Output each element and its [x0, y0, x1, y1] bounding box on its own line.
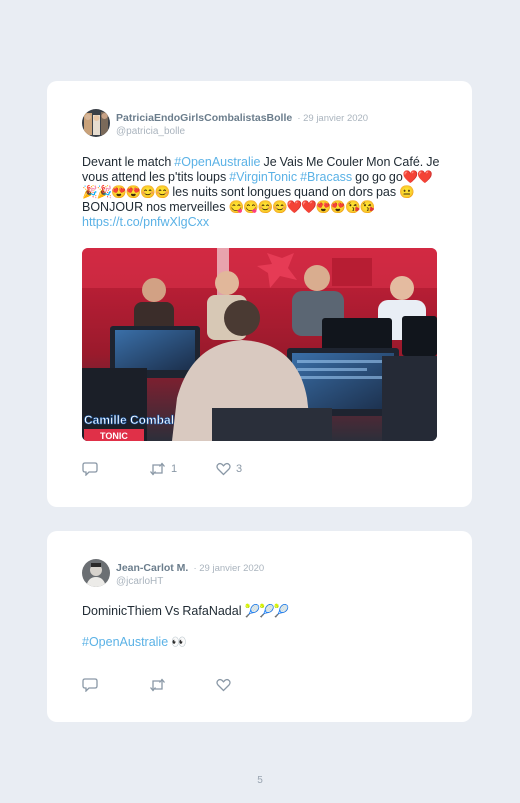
tweet-date[interactable]: · 29 janvier 2020	[297, 113, 368, 124]
tweet-card: PatriciaEndoGirlsCombalistasBolle · 29 j…	[47, 81, 472, 507]
like-button[interactable]: 3	[216, 462, 283, 476]
emoji-run: 🎾🎾🎾	[244, 604, 289, 618]
tweet-text-part: DominicThiem Vs RafaNadal	[82, 604, 245, 618]
tweet-card: Jean-Carlot M. · 29 janvier 2020 @jcarlo…	[47, 531, 472, 722]
like-count: 3	[236, 463, 243, 475]
retweet-count: 1	[171, 463, 178, 475]
tweet-text-line: #OpenAustralie 👀	[82, 635, 442, 650]
author-handle[interactable]: @patricia_bolle	[116, 125, 368, 138]
author-handle[interactable]: @jcarloHT	[116, 575, 264, 588]
tweet-text-part: BONJOUR nos merveilles	[82, 200, 229, 214]
reply-button[interactable]	[82, 678, 149, 692]
emoji: 😐	[399, 185, 415, 199]
like-button[interactable]	[216, 678, 283, 692]
retweet-icon	[149, 462, 166, 476]
tweet-text: DominicThiem Vs RafaNadal 🎾🎾🎾	[82, 604, 442, 619]
tweet-text-part: Devant le match	[82, 155, 175, 169]
tweet-header: Jean-Carlot M. · 29 janvier 2020 @jcarlo…	[82, 559, 264, 588]
reply-button[interactable]	[82, 462, 149, 476]
tweet-header: PatriciaEndoGirlsCombalistasBolle · 29 j…	[82, 109, 368, 138]
image-caption-tag: TONIC	[100, 431, 128, 441]
retweet-icon	[149, 678, 166, 692]
author-name[interactable]: PatriciaEndoGirlsCombalistasBolle	[116, 112, 292, 124]
emoji: 👀	[168, 635, 187, 649]
hashtag-link[interactable]: #VirginTonic	[229, 170, 297, 184]
retweet-button[interactable]	[149, 678, 216, 692]
emoji: 😘	[359, 200, 376, 214]
hashtag-link[interactable]: #Bracass	[300, 170, 352, 184]
tweet-text-part: les nuits sont longues quand on dors pas	[169, 185, 400, 199]
avatar[interactable]	[82, 559, 110, 587]
author-meta: Jean-Carlot M. · 29 janvier 2020 @jcarlo…	[116, 559, 264, 588]
author-meta: PatriciaEndoGirlsCombalistasBolle · 29 j…	[116, 109, 368, 138]
hashtag-link[interactable]: #OpenAustralie	[174, 155, 260, 169]
heart-icon	[216, 678, 231, 692]
tweet-text-part: go go go	[352, 170, 403, 184]
retweet-button[interactable]: 1	[149, 462, 216, 476]
page-number: 5	[257, 775, 263, 786]
hashtag-link[interactable]: #OpenAustralie	[82, 635, 168, 649]
reply-icon	[82, 462, 98, 476]
tweet-actions	[82, 678, 283, 692]
avatar[interactable]	[82, 109, 110, 137]
tweet-link[interactable]: https://t.co/pnfwXlgCxx	[82, 215, 209, 229]
tweet-text: Devant le match #OpenAustralie Je Vais M…	[82, 155, 442, 230]
author-name[interactable]: Jean-Carlot M.	[116, 562, 188, 574]
tweet-photo[interactable]: Camille Combal TONIC	[82, 248, 437, 441]
reply-icon	[82, 678, 98, 692]
tweet-actions: 1 3	[82, 462, 283, 476]
heart-icon	[216, 462, 231, 476]
emoji-run: 😋😋😊😊❤️❤️😍😍😘	[228, 200, 360, 214]
tweet-date[interactable]: · 29 janvier 2020	[193, 563, 264, 574]
image-caption: Camille Combal	[84, 413, 174, 427]
